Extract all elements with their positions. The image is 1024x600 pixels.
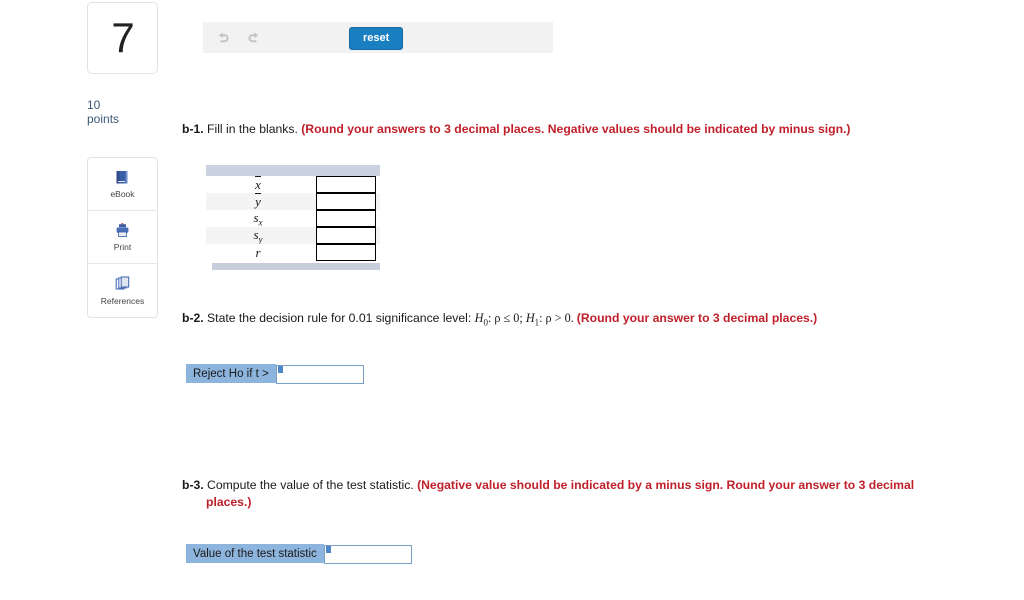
- sidebar-item-print[interactable]: Print: [88, 211, 157, 264]
- test-statistic-input-wrap: [323, 544, 412, 564]
- b2-h1-rest: : ρ > 0.: [539, 311, 577, 325]
- table-row: sy: [206, 227, 380, 244]
- b2-h0-rest: : ρ ≤ 0;: [487, 311, 526, 325]
- b3-note-line2: places.): [206, 495, 252, 509]
- row-label-ybar: y: [255, 192, 261, 209]
- question-b2-text: b-2. State the decision rule for 0.01 si…: [182, 310, 962, 331]
- answer-row-test-statistic: Value of the test statistic: [186, 544, 412, 564]
- points-label: points: [87, 112, 120, 126]
- points-indicator: 10 points: [87, 98, 167, 126]
- row-label-sy: sy: [253, 226, 263, 245]
- b3-prompt: Compute the value of the test statistic.: [203, 478, 418, 492]
- decision-rule-input-wrap: [275, 364, 364, 384]
- table-bottom-bar: [212, 263, 380, 270]
- b2-prompt: State the decision rule for 0.01 signifi…: [203, 311, 475, 325]
- question-number-card: 7: [87, 2, 158, 74]
- b2-note: (Round your answer to 3 decimal places.): [576, 311, 818, 325]
- test-statistic-input[interactable]: [323, 544, 412, 564]
- editor-toolbar: reset: [203, 22, 553, 53]
- copy-pages-icon: [114, 275, 131, 293]
- question-b3-text: b-3. Compute the value of the test stati…: [182, 477, 992, 511]
- row-label-sx: sx: [253, 209, 263, 228]
- b1-note: (Round your answers to 3 decimal places.…: [301, 122, 851, 136]
- row-label-r: r: [255, 244, 261, 260]
- points-value: 10: [87, 98, 101, 112]
- table-row: y: [206, 192, 380, 210]
- question-b1-text: b-1. Fill in the blanks. (Round your ans…: [182, 121, 942, 138]
- b1-prompt: Fill in the blanks.: [203, 122, 302, 136]
- sidebar-item-label: Print: [113, 242, 132, 252]
- b2-lead: b-2.: [182, 311, 204, 325]
- b3-note-line1: (Negative value should be indicated by a…: [417, 478, 915, 492]
- table-row: r: [206, 244, 380, 261]
- printer-icon: [114, 222, 131, 239]
- tool-rail: eBook Print References: [87, 157, 158, 318]
- decision-rule-label: Reject Ho if t >: [186, 364, 276, 383]
- sidebar-item-label: References: [100, 295, 145, 306]
- b3-lead: b-3.: [182, 478, 204, 492]
- question-number: 7: [111, 14, 134, 61]
- input-sy[interactable]: [316, 227, 376, 244]
- sidebar-item-ebook[interactable]: eBook: [88, 158, 157, 211]
- sidebar-item-label: eBook: [110, 189, 135, 199]
- sidebar-item-references[interactable]: References: [88, 264, 157, 317]
- answer-row-decision-rule: Reject Ho if t >: [186, 364, 364, 384]
- b2-h1-symbol: H: [525, 311, 535, 325]
- test-statistic-label: Value of the test statistic: [186, 544, 324, 563]
- table-row: x: [206, 175, 380, 193]
- redo-arrow-icon[interactable]: [240, 25, 266, 51]
- table-rows: x y sx sy r: [206, 175, 380, 261]
- book-icon: [114, 169, 131, 186]
- input-ybar[interactable]: [316, 193, 376, 210]
- decision-rule-input[interactable]: [275, 364, 364, 384]
- input-sx[interactable]: [316, 210, 376, 227]
- table-row: sx: [206, 210, 380, 227]
- assignment-page: 7 10 points eBook Print References reset…: [0, 0, 1024, 600]
- statistics-table: x y sx sy r: [206, 165, 380, 270]
- table-top-bar: [206, 165, 380, 176]
- reset-button[interactable]: reset: [349, 27, 404, 50]
- input-xbar[interactable]: [316, 176, 376, 193]
- row-label-xbar: x: [255, 175, 261, 192]
- b1-lead: b-1.: [182, 122, 204, 136]
- input-r[interactable]: [316, 244, 376, 261]
- undo-arrow-icon[interactable]: [210, 25, 236, 51]
